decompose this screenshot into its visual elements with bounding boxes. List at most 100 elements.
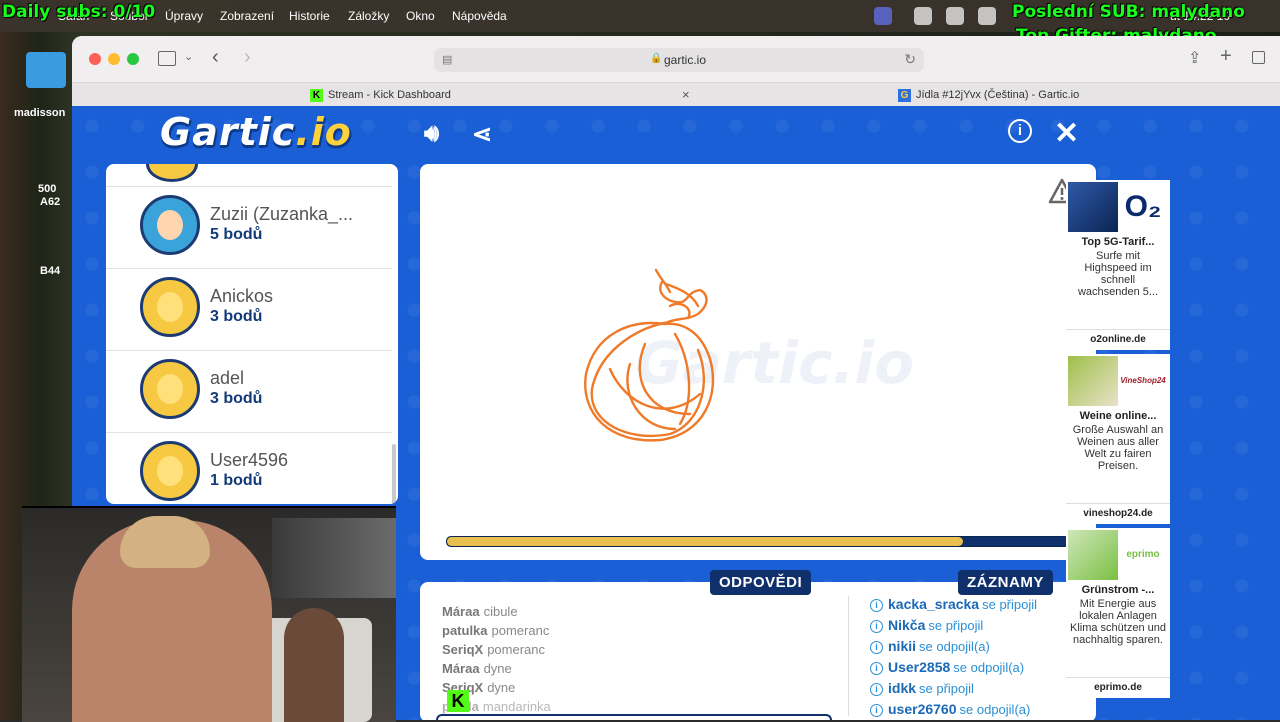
player-name: Zuzii (Zuzanka_... — [210, 204, 354, 224]
lock-icon: 🔒 — [650, 53, 663, 64]
address-bar[interactable]: ▤ 🔒 gartic.io ↻ — [434, 48, 924, 72]
ad-image — [1068, 182, 1118, 232]
avatar — [140, 441, 200, 501]
log-item: i nikii se odpojil(a) — [870, 638, 990, 655]
share-icon[interactable]: ⇪ — [1188, 48, 1201, 68]
zoom-window-button[interactable] — [127, 53, 139, 65]
close-tab-icon[interactable]: × — [682, 83, 690, 107]
info-circle-icon: i — [870, 641, 883, 655]
tab-label: Jídla #12jYvx (Čeština) - Gartic.io — [916, 89, 1080, 101]
player-score: 1 bodů — [210, 472, 263, 489]
tab-label: Stream - Kick Dashboard — [328, 89, 451, 101]
webcam-window — [272, 518, 396, 598]
desktop-label-b44: B44 — [40, 265, 61, 277]
answer-item: Máraa cibule — [442, 604, 518, 619]
avatar — [140, 195, 200, 255]
menu-zalozky[interactable]: Záložky — [348, 9, 389, 23]
ad-body: Mit Energie aus lokalen Anlagen Klima sc… — [1070, 598, 1166, 646]
chat-panel: ODPOVĚDI ZÁZNAMY Máraa cibule patulka pome… — [420, 570, 1096, 720]
menu-zobrazeni[interactable]: Zobrazení — [220, 9, 274, 23]
logo-suffix: .io — [295, 110, 352, 154]
tab-overview-icon[interactable] — [1252, 51, 1265, 64]
answer-input[interactable] — [436, 714, 832, 720]
player-row[interactable]: Zuzii (Zuzanka_... 5 bodů — [106, 186, 392, 269]
page-menu-icon[interactable]: ▤ — [442, 53, 452, 66]
tab-kick-dashboard[interactable]: K Stream - Kick Dashboard — [310, 83, 451, 107]
answers-tab[interactable]: ODPOVĚDI — [710, 570, 812, 595]
menu-okno[interactable]: Okno — [406, 9, 435, 23]
players-scrollbar[interactable] — [392, 444, 396, 504]
chevron-down-icon[interactable]: ⌄ — [184, 50, 193, 63]
reload-icon[interactable]: ↻ — [904, 51, 916, 68]
ad-domain[interactable]: eprimo.de — [1066, 677, 1170, 698]
log-item: i User2858 se odpojil(a) — [870, 659, 1024, 676]
last-sub-overlay: Poslední SUB: malydano — [1012, 2, 1245, 22]
ad-card[interactable]: VineShop24 Weine online... Große Auswahl… — [1066, 354, 1170, 524]
ad-brand: eprimo — [1126, 549, 1160, 560]
close-icon[interactable]: ✕ — [1054, 116, 1079, 151]
gartic-logo[interactable]: Gartic.io — [160, 110, 352, 154]
sidebar-icon[interactable] — [158, 51, 176, 66]
log-tab[interactable]: ZÁZNAMY — [958, 570, 1053, 595]
dollar-icon[interactable] — [946, 7, 964, 25]
back-icon[interactable]: ‹ — [212, 46, 219, 69]
menu-napoveda[interactable]: Nápověda — [452, 9, 507, 23]
ad-card[interactable]: O₂ Top 5G-Tarif... Surfe mit Highspeed i… — [1066, 180, 1170, 350]
menu-upravy[interactable]: Úpravy — [165, 9, 203, 23]
ad-title: Top 5G-Tarif... — [1081, 236, 1155, 248]
player-row[interactable]: User4596 1 bodů — [106, 432, 392, 504]
close-window-button[interactable] — [89, 53, 101, 65]
avatar — [140, 277, 200, 337]
new-tab-icon[interactable]: + — [1220, 45, 1232, 68]
forward-icon[interactable]: › — [244, 46, 251, 69]
screen-share-icon[interactable] — [874, 7, 892, 25]
ad-card[interactable]: eprimo Grünstrom -... Mit Energie aus lo… — [1066, 528, 1170, 698]
avatar — [146, 164, 198, 182]
ad-body: Große Auswahl an Weinen aus aller Welt z… — [1072, 424, 1164, 472]
log-item: i idkk se připojil — [870, 680, 974, 697]
players-list: Zuzii (Zuzanka_... 5 bodů Anickos 3 bodů… — [106, 164, 398, 504]
browser-toolbar: ⌄ ‹ › ▤ 🔒 gartic.io ↻ ⇪ + — [72, 36, 1280, 82]
url-text: gartic.io — [664, 53, 707, 67]
car-icon[interactable] — [978, 7, 996, 25]
share-network-icon[interactable]: ⋖ — [472, 120, 492, 149]
ad-title: Weine online... — [1079, 410, 1157, 422]
logo-text: Gartic — [160, 110, 296, 154]
answer-item: Máraa dyne — [442, 661, 512, 676]
player-row[interactable]: Anickos 3 bodů — [106, 268, 392, 351]
minimize-window-button[interactable] — [108, 53, 120, 65]
info-circle-icon: i — [870, 662, 883, 676]
menu-historie[interactable]: Historie — [289, 9, 330, 23]
gartic-icon: G — [898, 88, 911, 102]
answer-item: SeriqX pomeranc — [442, 642, 545, 657]
webcam-person-hair — [120, 516, 210, 568]
tab-gartic[interactable]: G Jídla #12jYvx (Čeština) - Gartic.io — [898, 83, 1079, 107]
status-icon[interactable] — [914, 7, 932, 25]
info-circle-icon: i — [870, 704, 883, 718]
info-circle-icon: i — [870, 599, 883, 613]
ad-body: Surfe mit Highspeed im schnell wachsende… — [1077, 250, 1159, 298]
player-name: User4596 — [210, 450, 289, 470]
tab-bar: K Stream - Kick Dashboard × G Jídla #12jYv… — [72, 82, 1280, 107]
ad-brand: VineShop24 — [1120, 376, 1166, 385]
drawing-sketch — [584, 268, 715, 442]
ad-domain[interactable]: vineshop24.de — [1066, 503, 1170, 524]
desktop-label-500: 500 — [38, 183, 57, 195]
webcam-person-secondary — [284, 608, 344, 722]
player-name: Anickos — [210, 286, 274, 306]
info-circle-icon: i — [870, 683, 883, 697]
kick-icon: K — [310, 88, 323, 102]
drawing-canvas[interactable]: Gartic.io — [420, 164, 1096, 560]
info-icon[interactable]: i — [1008, 119, 1032, 143]
player-score: 5 bodů — [210, 226, 263, 243]
ad-image — [1068, 356, 1118, 406]
sound-icon[interactable]: 🔊︎ — [424, 120, 439, 148]
player-row[interactable]: adel 3 bodů — [106, 350, 392, 433]
ad-title: Grünstrom -... — [1081, 584, 1155, 596]
desktop-label-a62: A62 — [40, 196, 61, 208]
folder-icon[interactable] — [26, 52, 66, 88]
round-timer — [446, 536, 1070, 547]
ad-domain[interactable]: o2online.de — [1066, 329, 1170, 350]
timer-fill — [447, 537, 964, 546]
player-score: 3 bodů — [210, 390, 263, 407]
